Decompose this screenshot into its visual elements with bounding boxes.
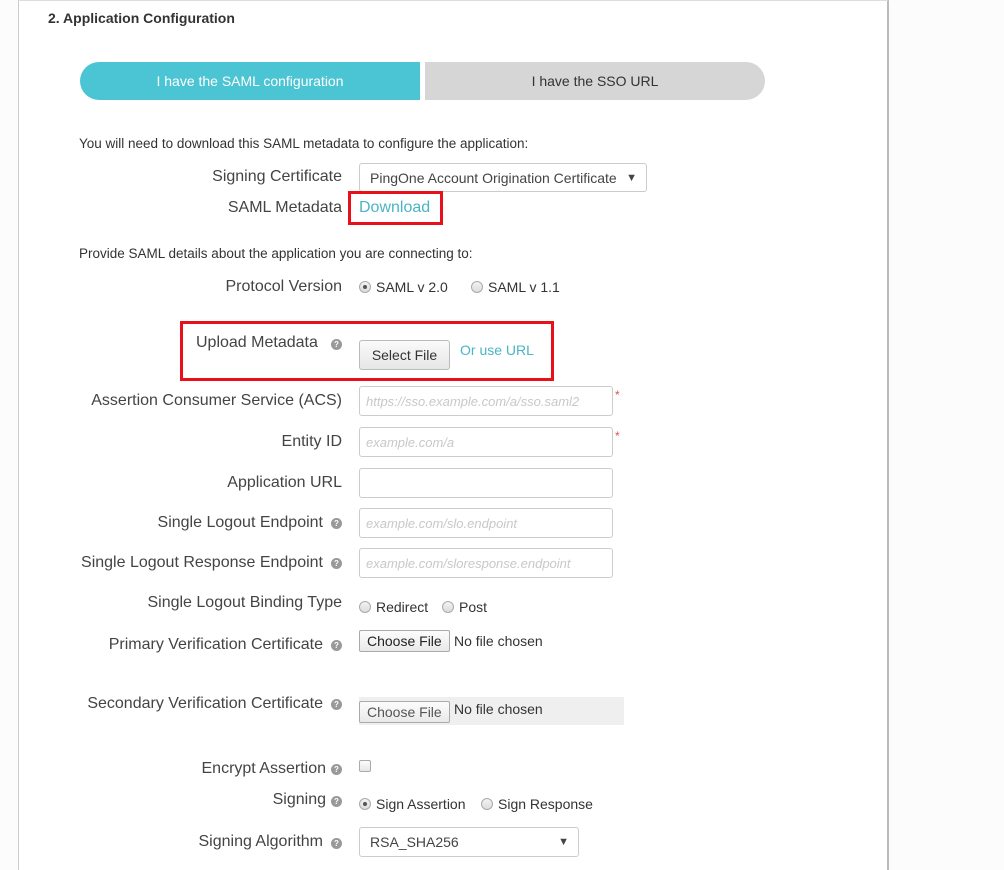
signing-label: Signing xyxy=(272,791,326,808)
binding-post-option[interactable]: Post xyxy=(442,599,487,615)
signing-certificate-value: PingOne Account Origination Certificate xyxy=(370,169,617,186)
upload-metadata-label: Upload Metadata xyxy=(196,334,318,351)
application-url-input[interactable] xyxy=(359,468,613,498)
select-file-button[interactable]: Select File xyxy=(359,340,450,370)
use-url-link[interactable]: Or use URL xyxy=(460,342,534,358)
chevron-down-icon: ▼ xyxy=(626,171,637,184)
signing-algorithm-select[interactable]: RSA_SHA256 ▼ xyxy=(359,827,579,857)
protocol-saml11-radio[interactable] xyxy=(471,281,483,293)
sign-response-label: Sign Response xyxy=(498,796,593,812)
entity-id-required-mark: * xyxy=(615,429,620,443)
encrypt-assertion-checkbox[interactable] xyxy=(359,760,371,772)
protocol-saml2-radio[interactable] xyxy=(359,281,371,293)
sign-response-radio[interactable] xyxy=(481,798,493,810)
help-icon[interactable]: ? xyxy=(331,764,342,775)
slo-endpoint-input[interactable] xyxy=(359,508,613,538)
encrypt-assertion-label: Encrypt Assertion xyxy=(201,760,327,777)
acs-required-mark: * xyxy=(615,388,620,402)
secondary-cert-status: No file chosen xyxy=(454,701,543,717)
tab-saml-configuration[interactable]: I have the SAML configuration xyxy=(80,62,420,100)
entity-id-input[interactable] xyxy=(359,427,613,457)
sign-response-option[interactable]: Sign Response xyxy=(481,796,593,812)
saml-metadata-label: SAML Metadata xyxy=(227,199,342,216)
entity-id-label: Entity ID xyxy=(281,433,342,450)
signing-algorithm-value: RSA_SHA256 xyxy=(370,834,459,850)
primary-cert-choose-file-button[interactable]: Choose File xyxy=(359,630,450,652)
binding-redirect-option[interactable]: Redirect xyxy=(359,599,428,615)
acs-label: Assertion Consumer Service (ACS) xyxy=(91,392,342,409)
protocol-saml11-option[interactable]: SAML v 1.1 xyxy=(471,279,560,295)
acs-input[interactable] xyxy=(359,386,613,416)
primary-cert-status: No file chosen xyxy=(454,633,543,649)
binding-redirect-label: Redirect xyxy=(376,599,429,615)
protocol-version-label: Protocol Version xyxy=(225,278,342,295)
tab-sso-url[interactable]: I have the SSO URL xyxy=(425,62,765,100)
binding-post-label: Post xyxy=(459,599,488,615)
help-icon[interactable]: ? xyxy=(331,518,342,529)
download-intro-text: You will need to download this SAML meta… xyxy=(79,136,529,151)
download-metadata-link[interactable]: Download xyxy=(359,199,430,217)
application-url-label: Application URL xyxy=(227,474,342,491)
chevron-down-icon: ▼ xyxy=(558,836,569,848)
signing-algorithm-label: Signing Algorithm xyxy=(198,833,323,850)
help-icon[interactable]: ? xyxy=(331,640,342,651)
protocol-saml2-label: SAML v 2.0 xyxy=(376,279,448,295)
help-icon[interactable]: ? xyxy=(331,699,342,710)
saml-details-intro-text: Provide SAML details about the applicati… xyxy=(79,246,473,261)
help-icon[interactable]: ? xyxy=(331,339,342,350)
secondary-cert-choose-file-button[interactable]: Choose File xyxy=(359,701,450,723)
help-icon[interactable]: ? xyxy=(331,558,342,569)
protocol-saml11-label: SAML v 1.1 xyxy=(488,279,560,295)
binding-post-radio[interactable] xyxy=(442,601,454,613)
section-title: 2. Application Configuration xyxy=(48,10,235,26)
signing-certificate-label: Signing Certificate xyxy=(212,168,342,185)
slo-binding-type-label: Single Logout Binding Type xyxy=(147,594,342,611)
help-icon[interactable]: ? xyxy=(331,838,342,849)
binding-redirect-radio[interactable] xyxy=(359,601,371,613)
sign-assertion-label: Sign Assertion xyxy=(376,796,466,812)
slo-response-endpoint-label: Single Logout Response Endpoint xyxy=(81,554,323,571)
help-icon[interactable]: ? xyxy=(331,796,342,807)
secondary-cert-label: Secondary Verification Certificate xyxy=(87,695,323,712)
signing-certificate-select[interactable]: PingOne Account Origination Certificate … xyxy=(359,163,647,192)
slo-response-endpoint-input[interactable] xyxy=(359,548,613,578)
slo-endpoint-label: Single Logout Endpoint xyxy=(157,514,323,531)
protocol-saml2-option[interactable]: SAML v 2.0 xyxy=(359,279,448,295)
primary-cert-label: Primary Verification Certificate xyxy=(108,636,323,653)
sign-assertion-radio[interactable] xyxy=(359,798,371,810)
sign-assertion-option[interactable]: Sign Assertion xyxy=(359,796,466,812)
